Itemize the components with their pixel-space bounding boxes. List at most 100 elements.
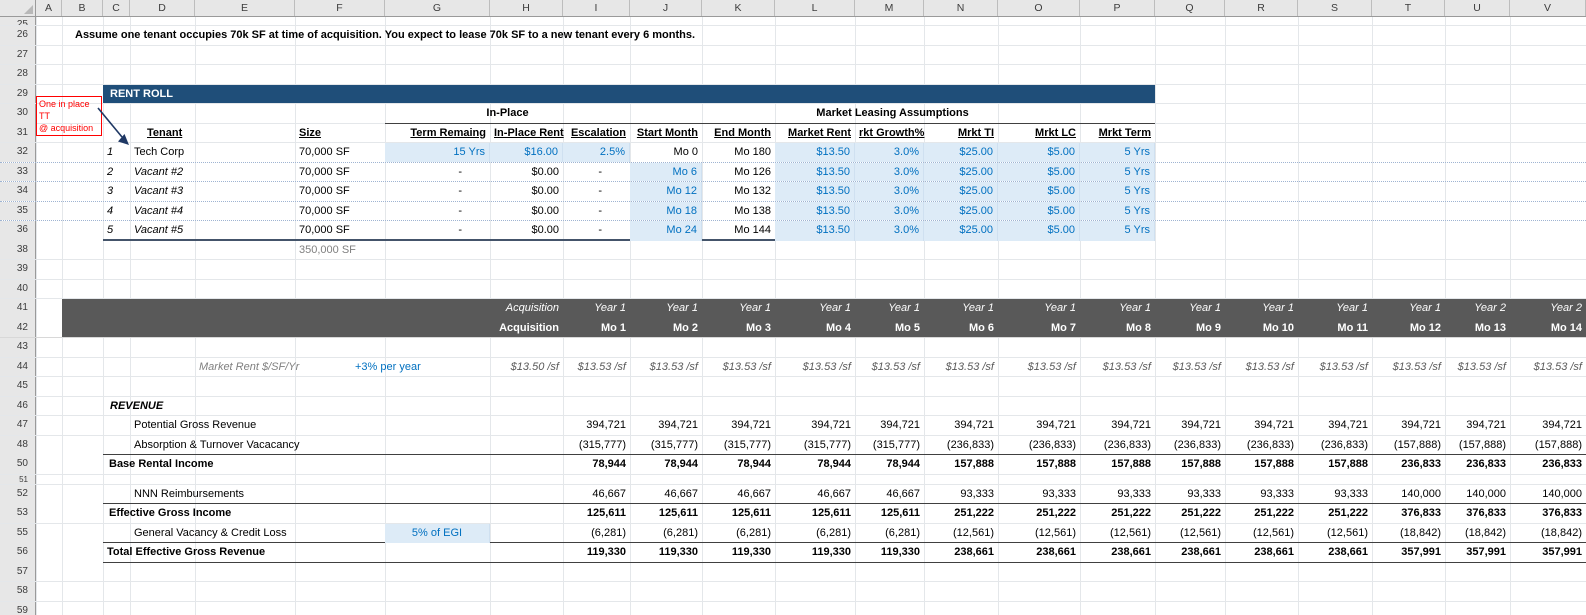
- in-place-rent-cell[interactable]: $0.00: [490, 163, 563, 182]
- year-cell[interactable]: Year 1: [775, 299, 855, 319]
- value-cell[interactable]: (12,561): [1155, 524, 1225, 544]
- column-header[interactable]: C: [103, 0, 130, 16]
- header-escalation[interactable]: Escalation: [563, 124, 630, 143]
- value-cell[interactable]: 236,833: [1445, 455, 1510, 474]
- tenant-index-cell[interactable]: 5: [103, 221, 130, 241]
- value-cell[interactable]: 238,661: [1298, 543, 1372, 563]
- row-number[interactable]: 48: [0, 436, 36, 456]
- value-cell[interactable]: (18,842): [1372, 524, 1445, 544]
- group-header-in-place[interactable]: In-Place: [385, 104, 630, 124]
- value-cell[interactable]: 376,833: [1510, 504, 1586, 523]
- value-cell[interactable]: (157,888): [1372, 436, 1445, 456]
- column-header[interactable]: D: [130, 0, 195, 16]
- market-rent-value-cell[interactable]: $13.53 /sf: [1372, 358, 1445, 377]
- value-cell[interactable]: (18,842): [1510, 524, 1586, 544]
- market-rent-cell[interactable]: $13.50: [775, 143, 855, 162]
- escalation-cell[interactable]: -: [563, 182, 630, 201]
- value-cell[interactable]: 251,222: [1155, 504, 1225, 523]
- tenant-index-cell[interactable]: 4: [103, 202, 130, 221]
- row-number[interactable]: 42: [0, 319, 36, 338]
- tenant-size-cell[interactable]: 70,000 SF: [295, 221, 385, 241]
- term-remaining-cell[interactable]: -: [385, 221, 490, 241]
- value-cell[interactable]: (315,777): [702, 436, 775, 456]
- start-month-cell[interactable]: Mo 0: [630, 143, 702, 162]
- value-cell[interactable]: 394,721: [702, 416, 775, 435]
- value-cell[interactable]: (236,833): [924, 436, 998, 456]
- market-rent-value-cell[interactable]: $13.53 /sf: [855, 358, 924, 377]
- start-month-cell[interactable]: Mo 12: [630, 182, 702, 201]
- column-header[interactable]: I: [563, 0, 630, 16]
- row-number[interactable]: 46: [0, 397, 36, 416]
- value-cell[interactable]: 394,721: [1372, 416, 1445, 435]
- line-item-label[interactable]: Absorption & Turnover Vacacancy: [130, 436, 490, 456]
- row-number[interactable]: 26: [0, 26, 36, 45]
- value-cell[interactable]: 93,333: [1080, 485, 1155, 505]
- row-number[interactable]: 32: [0, 143, 36, 162]
- year-cell[interactable]: Year 1: [855, 299, 924, 319]
- market-rent-acquisition-cell[interactable]: $13.50 /sf: [490, 358, 563, 377]
- month-cell[interactable]: Mo 1: [563, 319, 630, 338]
- column-header[interactable]: A: [36, 0, 62, 16]
- year-cell[interactable]: Year 1: [998, 299, 1080, 319]
- subtotal-label[interactable]: Base Rental Income: [103, 455, 490, 474]
- value-cell[interactable]: 93,333: [1155, 485, 1225, 505]
- year-cell[interactable]: Year 1: [1225, 299, 1298, 319]
- value-cell[interactable]: 238,661: [1155, 543, 1225, 563]
- value-cell[interactable]: 93,333: [1298, 485, 1372, 505]
- month-cell[interactable]: Mo 14: [1510, 319, 1586, 338]
- column-header[interactable]: K: [702, 0, 775, 16]
- row-number[interactable]: 35: [0, 202, 36, 221]
- market-term-cell[interactable]: 5 Yrs: [1080, 163, 1155, 182]
- column-header[interactable]: B: [62, 0, 103, 16]
- value-cell[interactable]: 251,222: [1225, 504, 1298, 523]
- value-cell[interactable]: 140,000: [1372, 485, 1445, 505]
- term-remaining-cell[interactable]: -: [385, 182, 490, 201]
- column-header[interactable]: O: [998, 0, 1080, 16]
- year-cell[interactable]: Year 1: [1372, 299, 1445, 319]
- column-header[interactable]: F: [295, 0, 385, 16]
- value-cell[interactable]: 157,888: [1155, 455, 1225, 474]
- value-cell[interactable]: 394,721: [1080, 416, 1155, 435]
- year-cell[interactable]: Year 1: [630, 299, 702, 319]
- column-header[interactable]: R: [1225, 0, 1298, 16]
- market-ti-cell[interactable]: $25.00: [924, 143, 998, 162]
- month-cell[interactable]: Mo 9: [1155, 319, 1225, 338]
- value-cell[interactable]: 78,944: [775, 455, 855, 474]
- value-cell[interactable]: (12,561): [1225, 524, 1298, 544]
- month-cell[interactable]: Mo 5: [855, 319, 924, 338]
- row-number[interactable]: 45: [0, 377, 36, 396]
- header-tenant[interactable]: Tenant: [130, 124, 295, 143]
- row-number[interactable]: 51: [0, 475, 36, 484]
- market-term-cell[interactable]: 5 Yrs: [1080, 182, 1155, 201]
- market-growth-cell[interactable]: 3.0%: [855, 221, 924, 241]
- market-lc-cell[interactable]: $5.00: [998, 182, 1080, 201]
- column-header[interactable]: S: [1298, 0, 1372, 16]
- value-cell[interactable]: 394,721: [1225, 416, 1298, 435]
- tenant-name-cell[interactable]: Vacant #5: [130, 221, 295, 241]
- end-month-cell[interactable]: Mo 126: [702, 163, 775, 182]
- market-growth-cell[interactable]: 3.0%: [855, 182, 924, 201]
- market-rent-cell[interactable]: $13.50: [775, 182, 855, 201]
- header-size[interactable]: Size: [295, 124, 385, 143]
- row-number[interactable]: 31: [0, 124, 36, 143]
- row-number[interactable]: 57: [0, 563, 36, 582]
- value-cell[interactable]: 125,611: [563, 504, 630, 523]
- row-number[interactable]: 29: [0, 85, 36, 104]
- growth-note-cell[interactable]: +3% per year: [295, 358, 490, 377]
- value-cell[interactable]: (315,777): [775, 436, 855, 456]
- market-rent-value-cell[interactable]: $13.53 /sf: [1445, 358, 1510, 377]
- value-cell[interactable]: (6,281): [563, 524, 630, 544]
- term-remaining-cell[interactable]: 15 Yrs: [385, 143, 490, 162]
- value-cell[interactable]: (12,561): [998, 524, 1080, 544]
- market-rent-value-cell[interactable]: $13.53 /sf: [702, 358, 775, 377]
- market-rent-value-cell[interactable]: $13.53 /sf: [563, 358, 630, 377]
- month-cell[interactable]: Mo 4: [775, 319, 855, 338]
- value-cell[interactable]: 238,661: [924, 543, 998, 563]
- row-number[interactable]: 25: [0, 17, 36, 26]
- row-number[interactable]: 30: [0, 104, 36, 124]
- tenant-index-cell[interactable]: 3: [103, 182, 130, 201]
- year-cell[interactable]: Year 1: [702, 299, 775, 319]
- in-place-rent-cell[interactable]: $0.00: [490, 182, 563, 201]
- value-cell[interactable]: 376,833: [1372, 504, 1445, 523]
- year-cell[interactable]: Year 1: [1080, 299, 1155, 319]
